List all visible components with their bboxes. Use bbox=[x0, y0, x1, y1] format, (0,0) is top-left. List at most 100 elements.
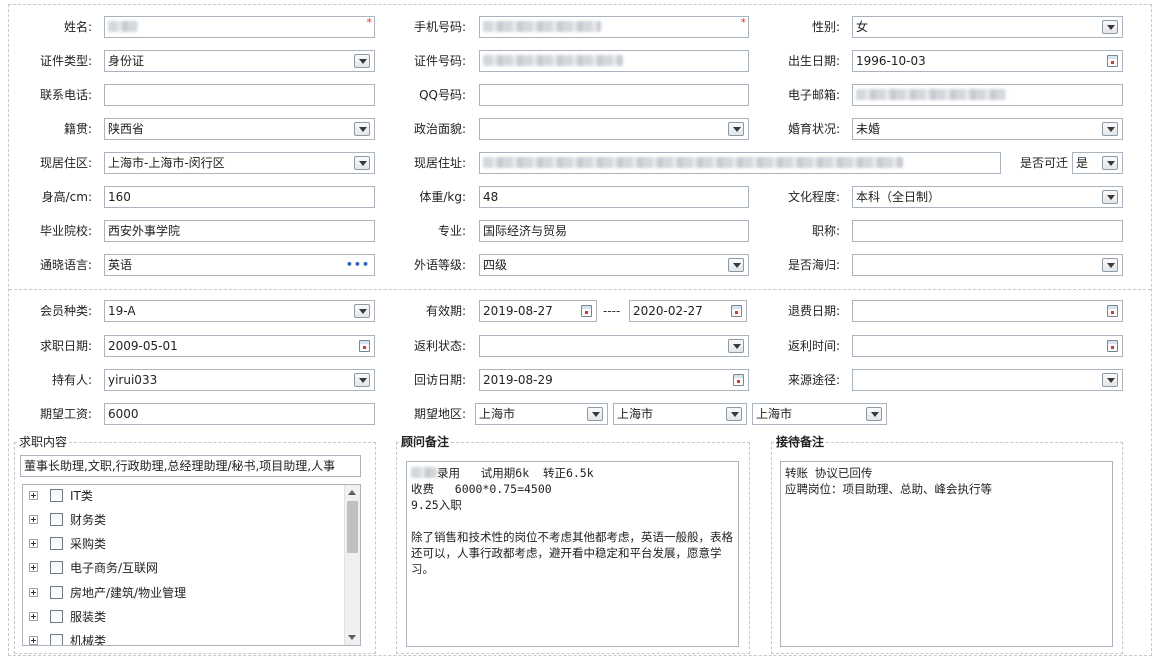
expand-icon[interactable] bbox=[29, 491, 38, 500]
relocate-select[interactable]: 是 bbox=[1072, 152, 1123, 174]
checkbox[interactable] bbox=[50, 634, 63, 645]
name-field[interactable]: * bbox=[104, 16, 375, 38]
native-value: 陕西省 bbox=[108, 122, 145, 136]
birth-date-field[interactable]: 1996-10-03 bbox=[852, 50, 1123, 72]
job-category-tree[interactable]: IT类 财务类 采购类 电子商务/互联网 房地产/建筑/物业管理 服装类 机械类 bbox=[22, 484, 361, 646]
chevron-down-icon[interactable] bbox=[728, 122, 744, 136]
native-select[interactable]: 陕西省 bbox=[104, 118, 375, 140]
calendar-icon[interactable] bbox=[731, 305, 742, 317]
education-select[interactable]: 本科（全日制） bbox=[852, 186, 1123, 208]
calendar-icon[interactable] bbox=[581, 305, 592, 317]
email-field[interactable] bbox=[852, 84, 1123, 106]
title-field[interactable] bbox=[852, 220, 1123, 242]
major-label: 专业: bbox=[437, 224, 466, 238]
qq-field[interactable] bbox=[479, 84, 749, 106]
tree-item-label: 采购类 bbox=[70, 537, 107, 551]
gender-select[interactable]: 女 bbox=[852, 16, 1123, 38]
refund-date-field[interactable] bbox=[852, 300, 1123, 322]
source-label: 来源途径: bbox=[787, 373, 840, 387]
checkbox[interactable] bbox=[50, 513, 63, 526]
rebate-time-field[interactable] bbox=[852, 335, 1123, 357]
residence-select[interactable]: 上海市-上海市-闵行区 bbox=[104, 152, 375, 174]
chevron-down-icon[interactable] bbox=[587, 407, 603, 421]
scroll-down-icon[interactable] bbox=[348, 635, 356, 640]
tree-item-label: 财务类 bbox=[70, 513, 107, 527]
region-district-select[interactable]: 上海市 bbox=[752, 403, 887, 425]
job-content-summary[interactable]: 董事长助理,文职,行政助理,总经理助理/秘书,项目助理,人事 bbox=[20, 455, 361, 477]
calendar-icon[interactable] bbox=[1107, 55, 1118, 67]
birth-value: 1996-10-03 bbox=[856, 54, 926, 68]
checkbox[interactable] bbox=[50, 610, 63, 623]
chevron-down-icon[interactable] bbox=[354, 54, 370, 68]
weight-field[interactable]: 48 bbox=[479, 186, 749, 208]
checkbox[interactable] bbox=[50, 537, 63, 550]
chevron-down-icon[interactable] bbox=[1102, 20, 1118, 34]
refund-label: 退费日期: bbox=[787, 304, 840, 318]
rebate-status-select[interactable] bbox=[479, 335, 749, 357]
visit-label: 回访日期: bbox=[413, 373, 466, 387]
chevron-down-icon[interactable] bbox=[726, 407, 742, 421]
height-field[interactable]: 160 bbox=[104, 186, 375, 208]
chevron-down-icon[interactable] bbox=[866, 407, 882, 421]
member-type-label: 会员种类: bbox=[39, 304, 92, 318]
valid-to-field[interactable]: 2020-02-27 bbox=[629, 300, 747, 322]
region-city-select[interactable]: 上海市 bbox=[613, 403, 747, 425]
chevron-down-icon[interactable] bbox=[1102, 190, 1118, 204]
seek-date-field[interactable]: 2009-05-01 bbox=[104, 335, 375, 357]
address-field[interactable] bbox=[479, 152, 1001, 174]
phone-field[interactable] bbox=[104, 84, 375, 106]
chevron-down-icon[interactable] bbox=[1102, 258, 1118, 272]
holder-select[interactable]: yirui033 bbox=[104, 369, 375, 391]
political-select[interactable] bbox=[479, 118, 749, 140]
chevron-down-icon[interactable] bbox=[728, 258, 744, 272]
major-field[interactable]: 国际经济与贸易 bbox=[479, 220, 749, 242]
reception-remarks-textarea[interactable]: 转账 协议已回传 应聘岗位：项目助理、总助、峰会执行等 bbox=[780, 461, 1113, 647]
birth-label: 出生日期: bbox=[787, 54, 840, 68]
chevron-down-icon[interactable] bbox=[728, 339, 744, 353]
chevron-down-icon[interactable] bbox=[354, 156, 370, 170]
expand-icon[interactable] bbox=[29, 588, 38, 597]
gender-label: 性别: bbox=[811, 20, 840, 34]
id-type-select[interactable]: 身份证 bbox=[104, 50, 375, 72]
source-select[interactable] bbox=[852, 369, 1123, 391]
tree-item-label: IT类 bbox=[70, 489, 93, 503]
region-province-select[interactable]: 上海市 bbox=[475, 403, 608, 425]
chevron-down-icon[interactable] bbox=[354, 304, 370, 318]
chevron-down-icon[interactable] bbox=[1102, 156, 1118, 170]
checkbox[interactable] bbox=[50, 586, 63, 599]
expand-icon[interactable] bbox=[29, 636, 38, 645]
chevron-down-icon[interactable] bbox=[1102, 373, 1118, 387]
expand-icon[interactable] bbox=[29, 515, 38, 524]
visit-date-field[interactable]: 2019-08-29 bbox=[479, 369, 749, 391]
member-type-select[interactable]: 19-A bbox=[104, 300, 375, 322]
salary-field[interactable]: 6000 bbox=[104, 403, 375, 425]
overseas-label: 是否海归: bbox=[787, 258, 840, 272]
chevron-down-icon[interactable] bbox=[354, 373, 370, 387]
calendar-icon[interactable] bbox=[1107, 305, 1118, 317]
expand-icon[interactable] bbox=[29, 539, 38, 548]
checkbox[interactable] bbox=[50, 489, 63, 502]
chevron-down-icon[interactable] bbox=[354, 122, 370, 136]
school-field[interactable]: 西安外事学院 bbox=[104, 220, 375, 242]
marital-select[interactable]: 未婚 bbox=[852, 118, 1123, 140]
level-select[interactable]: 四级 bbox=[479, 254, 749, 276]
checkbox[interactable] bbox=[50, 561, 63, 574]
language-field[interactable]: 英语 ••• bbox=[104, 254, 375, 276]
scroll-up-icon[interactable] bbox=[348, 490, 356, 495]
expand-icon[interactable] bbox=[29, 563, 38, 572]
more-options-button[interactable]: ••• bbox=[346, 255, 370, 275]
id-number-field[interactable] bbox=[479, 50, 749, 72]
valid-from-field[interactable]: 2019-08-27 bbox=[479, 300, 597, 322]
tree-scrollbar[interactable] bbox=[344, 485, 360, 645]
expand-icon[interactable] bbox=[29, 612, 38, 621]
overseas-select[interactable] bbox=[852, 254, 1123, 276]
chevron-down-icon[interactable] bbox=[1102, 122, 1118, 136]
calendar-icon[interactable] bbox=[1107, 340, 1118, 352]
consultant-remarks-textarea[interactable]: 录用 试用期6k 转正6.5k 收费 6000*0.75=4500 9.25入职… bbox=[406, 461, 739, 647]
mobile-field[interactable]: * bbox=[479, 16, 749, 38]
calendar-icon[interactable] bbox=[359, 340, 370, 352]
region-province-value: 上海市 bbox=[479, 407, 516, 421]
education-value: 本科（全日制） bbox=[856, 190, 941, 204]
scroll-thumb[interactable] bbox=[347, 501, 358, 553]
calendar-icon[interactable] bbox=[733, 374, 744, 386]
